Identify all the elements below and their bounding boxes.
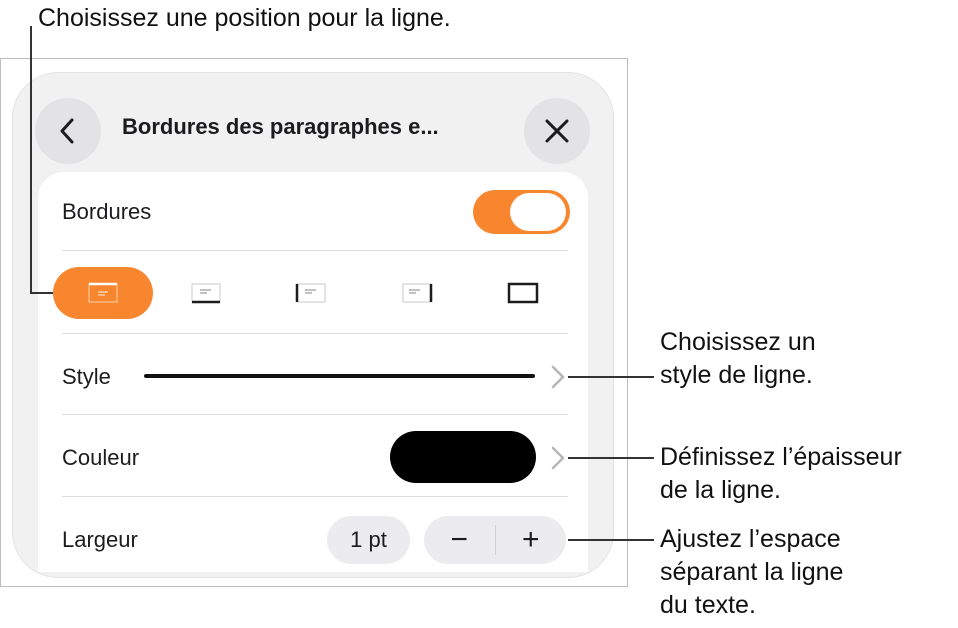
- position-right-button[interactable]: [367, 267, 467, 319]
- callout-position: Choisissez une position pour la ligne.: [38, 2, 451, 35]
- callout-width-line2: séparant la ligne: [660, 558, 844, 586]
- leader-line-color: [568, 457, 654, 459]
- leader-line-style: [568, 376, 654, 378]
- close-button[interactable]: [524, 98, 590, 164]
- width-label: Largeur: [62, 527, 138, 552]
- position-bottom-button[interactable]: [156, 267, 256, 319]
- chevron-right-icon[interactable]: [550, 445, 566, 471]
- bottom-border-icon: [191, 283, 221, 304]
- back-button[interactable]: [35, 98, 101, 164]
- popover-title: Bordures des paragraphes e...: [122, 114, 439, 139]
- decrement-button[interactable]: −: [424, 516, 495, 564]
- divider: [62, 414, 568, 415]
- leader-line-width: [568, 539, 654, 541]
- position-left-button[interactable]: [261, 267, 361, 319]
- close-icon: [545, 119, 569, 143]
- callout-color: Définissez l’épaisseur de la ligne.: [660, 441, 902, 507]
- toggle-knob: [510, 193, 566, 231]
- position-all-button[interactable]: [473, 267, 573, 319]
- right-border-icon: [402, 283, 433, 303]
- top-border-icon: [88, 282, 118, 303]
- leader-line-position-horizontal: [30, 292, 53, 294]
- callout-width-line1: Ajustez l’espace: [660, 525, 841, 553]
- position-top-button[interactable]: [53, 267, 153, 319]
- borders-label: Bordures: [62, 199, 152, 224]
- callout-width-line3: du texte.: [660, 591, 756, 619]
- callout-color-line1: Définissez l’épaisseur: [660, 443, 902, 471]
- color-swatch[interactable]: [390, 431, 536, 483]
- left-border-icon: [295, 283, 326, 303]
- callout-position-text: Choisissez une position pour la ligne.: [38, 4, 451, 32]
- callout-style-line2: style de ligne.: [660, 361, 813, 389]
- width-stepper: − +: [424, 516, 566, 564]
- divider: [62, 496, 568, 497]
- chevron-left-icon: [60, 118, 74, 144]
- line-style-preview[interactable]: [144, 374, 535, 378]
- callout-color-line2: de la ligne.: [660, 476, 781, 504]
- divider: [62, 250, 568, 251]
- increment-button[interactable]: +: [496, 516, 567, 564]
- color-label: Couleur: [62, 445, 140, 470]
- style-label: Style: [62, 364, 111, 389]
- callout-style: Choisissez un style de ligne.: [660, 326, 816, 392]
- borders-toggle[interactable]: [473, 190, 570, 234]
- chevron-right-icon[interactable]: [550, 364, 566, 390]
- callout-width: Ajustez l’espace séparant la ligne du te…: [660, 523, 843, 622]
- callout-style-line1: Choisissez un: [660, 328, 816, 356]
- all-borders-icon: [507, 282, 539, 304]
- divider: [62, 333, 568, 334]
- width-value: 1 pt: [327, 516, 410, 564]
- leader-line-position-vertical: [30, 26, 32, 294]
